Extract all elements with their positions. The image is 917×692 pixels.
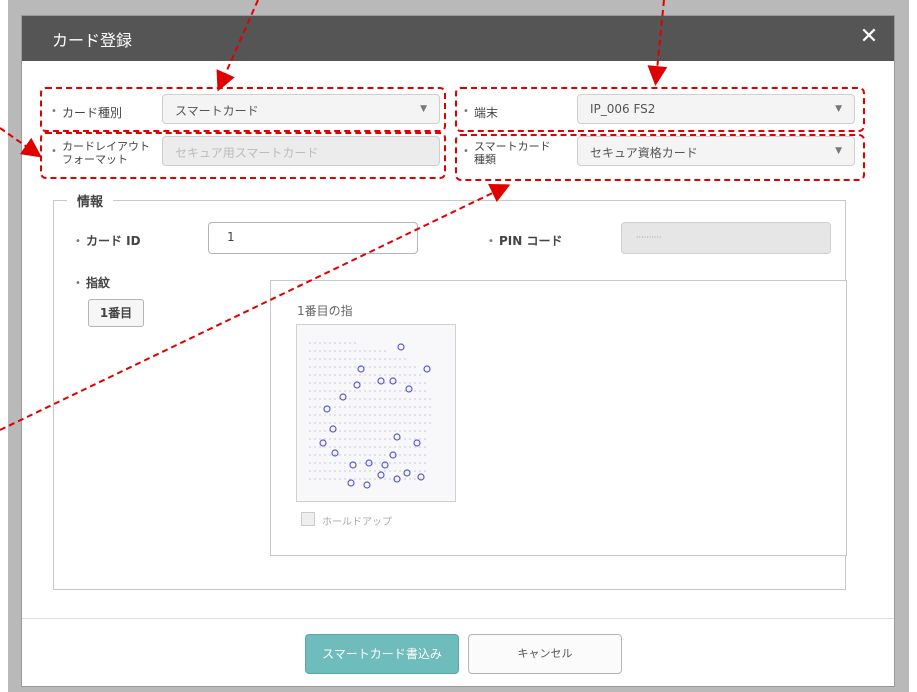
- card-id-label: カード ID: [86, 234, 141, 248]
- close-button[interactable]: ✕: [856, 24, 882, 50]
- dialog-title: カード登録: [52, 31, 133, 50]
- cancel-button[interactable]: キャンセル: [468, 634, 622, 674]
- bullet-icon: •: [75, 278, 81, 289]
- bullet-icon: •: [488, 236, 494, 247]
- left-margin: [0, 0, 8, 692]
- write-smartcard-button[interactable]: スマートカード書込み: [305, 634, 459, 674]
- pin-code-label: PIN コード: [499, 234, 563, 248]
- fingerprint-icon: [309, 342, 432, 489]
- dialog-titlebar: カード登録 ✕: [22, 16, 894, 61]
- card-id-input[interactable]: 1: [208, 222, 418, 254]
- highlight-smartcard-type: [455, 134, 865, 181]
- highlight-card-type: [40, 87, 446, 132]
- highlight-terminal: [455, 87, 865, 132]
- finger-1-button[interactable]: 1番目: [88, 299, 144, 327]
- holdup-label: ホールドアップ: [322, 517, 392, 528]
- fingerprint-image: [296, 324, 456, 502]
- fingerprint-panel-title: 1番目の指: [297, 304, 353, 318]
- info-group-title: 情報: [67, 191, 114, 210]
- fingerprint-label: 指紋: [86, 276, 111, 290]
- footer-divider: [22, 618, 894, 619]
- pin-code-input: ··········: [621, 222, 831, 254]
- bullet-icon: •: [75, 236, 81, 247]
- highlight-layout-format: [40, 132, 446, 179]
- holdup-checkbox[interactable]: [301, 512, 315, 526]
